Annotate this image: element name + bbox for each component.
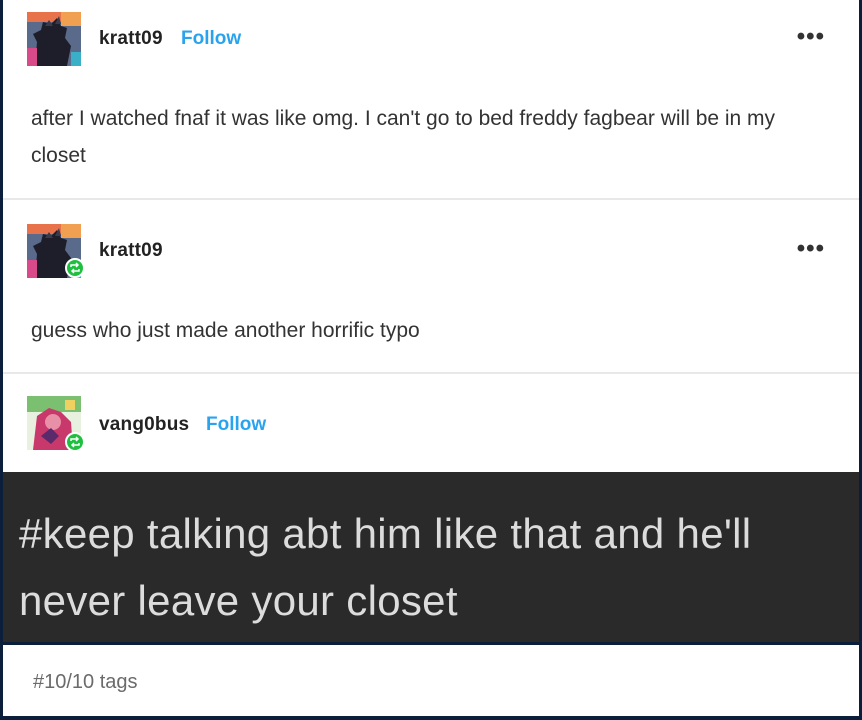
tag-text[interactable]: #keep talking abt him like that and he'l… xyxy=(19,500,849,634)
post-reblog-1: kratt09 ••• guess who just made another … xyxy=(3,198,859,372)
post-original: kratt09 Follow ••• after I watched fnaf … xyxy=(3,0,859,198)
tags-footer: #10/10 tags xyxy=(3,645,859,716)
follow-button[interactable]: Follow xyxy=(206,414,266,436)
more-options-icon[interactable]: ••• xyxy=(797,237,825,261)
follow-button[interactable]: Follow xyxy=(181,28,241,50)
tag-link[interactable]: #10/10 tags xyxy=(33,671,138,694)
reblog-icon xyxy=(65,258,85,278)
post-username[interactable]: kratt09 xyxy=(99,240,163,262)
more-options-icon[interactable]: ••• xyxy=(797,25,825,49)
godzilla-avatar-icon xyxy=(27,12,81,66)
avatar-kratt09[interactable] xyxy=(27,12,81,66)
post-username[interactable]: kratt09 xyxy=(99,28,163,50)
post-username[interactable]: vang0bus xyxy=(99,414,189,436)
post-body: guess who just made another horrific typ… xyxy=(31,319,420,342)
post-reblog-2: vang0bus Follow xyxy=(3,372,859,474)
highlighted-tag: #keep talking abt him like that and he'l… xyxy=(3,472,859,645)
post-body: after I watched fnaf it was like omg. I … xyxy=(31,107,776,167)
dashboard-frame: kratt09 Follow ••• after I watched fnaf … xyxy=(0,0,862,720)
reblog-icon xyxy=(65,432,85,452)
